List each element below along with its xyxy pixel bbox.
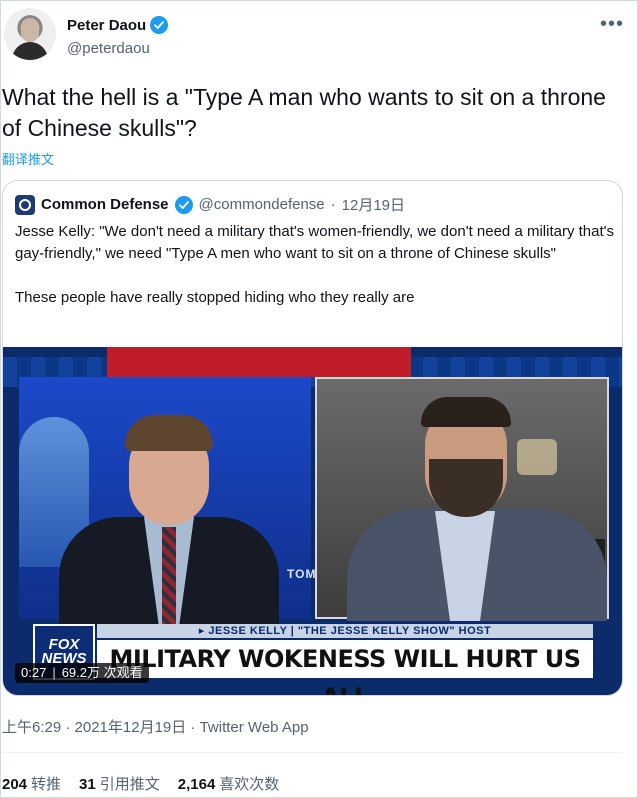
retweets-count: 204 [2,776,28,793]
chyron-tag: ▸ JESSE KELLY | "THE JESSE KELLY SHOW" H… [97,624,593,638]
retweets-stat[interactable]: 204 转推 [2,773,61,794]
chyron-headline: MILITARY WOKENESS WILL HURT US ALL [97,640,593,695]
quoted-date: 12月19日 [341,197,406,214]
author-avatar[interactable] [4,8,56,60]
author-display-name[interactable]: Peter Daou [67,17,146,34]
author-handle[interactable]: @peterdaou [67,40,150,57]
video-player[interactable]: TOM FOX NEWS ▸ JESSE KELLY | "THE JESSE … [3,347,622,695]
retweets-label: 转推 [31,776,62,793]
video-duration: 0:27 [21,665,47,680]
likes-label: 喜欢次数 [219,776,280,793]
avatar-face [21,18,39,42]
quoted-tweet-card[interactable]: Common Defense @commondefense · 12月19日 J… [2,180,623,696]
translate-tweet-link[interactable]: 翻译推文 [2,149,54,168]
tweet-stats: 204 转推 31 引用推文 2,164 喜欢次数 [2,773,279,794]
verified-badge-icon [150,16,169,34]
quoted-verified-badge-icon [174,195,193,214]
video-background-text: TOM [287,567,317,581]
video-stats-overlay: 0:27 | 69.2万 次观看 [15,663,149,683]
tweet-meta: 上午6:29 · 2021年12月19日 · Twitter Web App [2,719,309,736]
likes-stat[interactable]: 2,164 喜欢次数 [178,773,280,794]
likes-count: 2,164 [177,776,216,793]
divider [2,752,622,753]
tweet-text: What the hell is a "Type A man who wants… [2,84,606,141]
author-name-row: Peter Daou [67,16,169,34]
more-options-icon[interactable]: ••• [600,14,624,34]
quoted-handle: @commondefense [198,196,325,213]
quoted-tweet-text: Jesse Kelly: "We don't need a military t… [15,221,615,309]
video-views: 69.2万 次观看 [61,665,143,680]
quoted-tweet-header: Common Defense @commondefense · 12月19日 [15,194,405,215]
quotes-count: 31 [79,776,96,793]
quoted-display-name: Common Defense [41,196,169,213]
quoted-avatar [15,194,35,215]
quotes-stat[interactable]: 31 引用推文 [79,773,160,794]
video-right-panel [315,377,609,621]
quotes-label: 引用推文 [99,776,160,793]
quoted-paragraph-2: These people have really stopped hiding … [15,289,415,306]
video-red-banner [107,347,411,377]
quoted-separator: · [330,196,336,213]
avatar-body [12,42,48,60]
video-left-panel: TOM [19,377,315,627]
quoted-paragraph-1: Jesse Kelly: "We don't need a military t… [15,223,614,262]
